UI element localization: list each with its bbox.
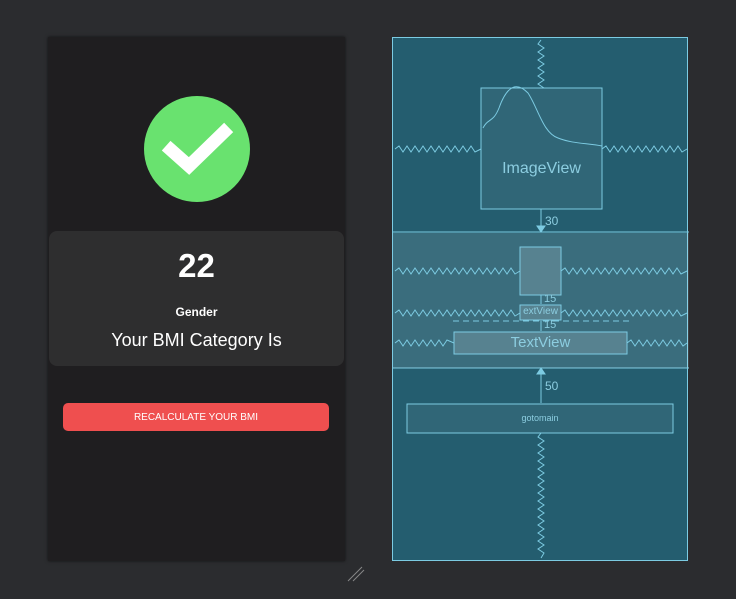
resize-handle-icon[interactable] <box>346 565 366 585</box>
imageview-label: ImageView <box>502 160 581 177</box>
constraint-spring <box>537 39 545 89</box>
small-textview-label: extView <box>523 306 558 317</box>
gender-label: Gender <box>175 305 218 319</box>
margin-mid-2-label: 15 <box>544 319 557 331</box>
result-card: 22 Gender Your BMI Category Is <box>49 231 344 366</box>
constraint-spring <box>537 432 545 559</box>
margin-bottom-label: 50 <box>545 379 559 393</box>
constraint-spring <box>601 145 688 153</box>
textview-label: TextView <box>510 334 571 351</box>
margin-top-label: 30 <box>545 214 559 228</box>
bmi-value: 22 <box>178 247 215 284</box>
blueprint-preview: ImageView 30 15 extView 15 TextView 50 g… <box>392 37 689 561</box>
design-preview: 22 Gender Your BMI Category Is RECALCULA… <box>48 37 345 561</box>
recalculate-button[interactable]: RECALCULATE YOUR BMI <box>63 403 329 431</box>
constraint-spring <box>394 145 482 153</box>
checkmark-icon <box>161 122 234 175</box>
gotomain-label: gotomain <box>521 413 559 423</box>
number-box <box>519 246 562 296</box>
margin-mid-1-label: 15 <box>544 293 557 305</box>
blueprint-canvas <box>393 39 689 559</box>
bmi-category-text: Your BMI Category Is <box>111 330 282 350</box>
imageview-box <box>480 87 603 210</box>
success-badge <box>144 96 250 202</box>
